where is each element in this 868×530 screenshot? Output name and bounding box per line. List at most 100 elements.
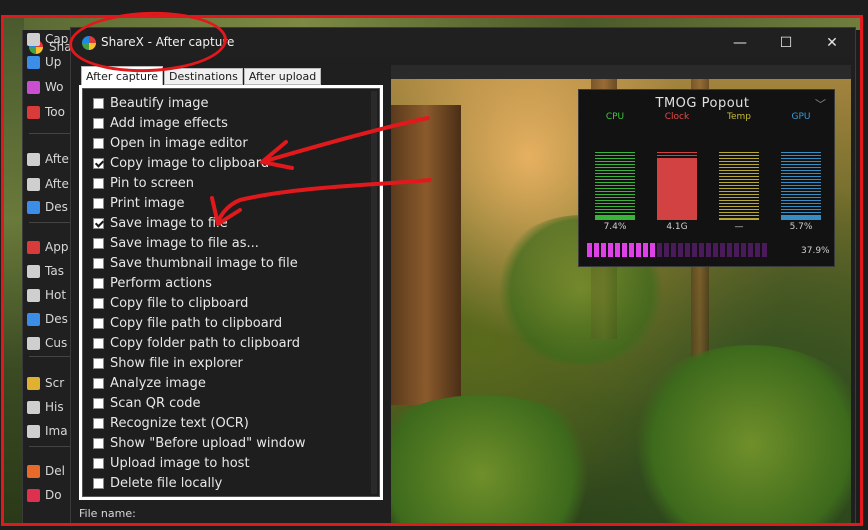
option-row[interactable]: Upload image to host [93, 453, 250, 473]
option-checkbox[interactable] [93, 337, 104, 349]
minimize-button[interactable]: — [717, 28, 763, 58]
gauge-bar [657, 152, 697, 220]
donate-heart-icon [27, 488, 40, 502]
option-checkbox[interactable] [93, 277, 104, 289]
chevron-down-icon[interactable]: ﹀ [815, 96, 826, 112]
menu-separator [29, 446, 73, 447]
tab-destinations[interactable]: Destinations [164, 68, 243, 85]
option-row[interactable]: Open in image editor [93, 133, 248, 153]
gauge-label: CPU [605, 112, 625, 122]
gauge-value: 5.7% [789, 222, 813, 232]
option-row[interactable]: Save thumbnail image to file [93, 253, 298, 273]
menu-separator [29, 222, 73, 223]
task-settings-gear-icon [27, 264, 40, 278]
history-icon [27, 400, 40, 414]
option-row[interactable]: Copy image to clipboard [93, 153, 269, 173]
option-row[interactable]: Perform actions [93, 273, 212, 293]
option-checkbox[interactable] [93, 177, 104, 189]
gauge-label: Clock [664, 112, 690, 122]
gauge-value: 7.4% [603, 222, 627, 232]
preview-header [391, 65, 851, 79]
option-row[interactable]: Save image to file [93, 213, 228, 233]
main-menu-item-label: His [45, 400, 64, 414]
option-row[interactable]: Show "Before upload" window [93, 433, 306, 453]
maximize-button[interactable]: ☐ [763, 28, 809, 58]
option-row[interactable]: Copy file to clipboard [93, 293, 248, 313]
main-menu-item-label: Des [45, 312, 68, 326]
option-row[interactable]: Delete file locally [93, 473, 222, 493]
option-label: Analyze image [110, 375, 206, 391]
main-menu-item-label: Wo [45, 80, 64, 94]
main-menu-item-label: Afte [45, 177, 69, 191]
option-label: Show file in explorer [110, 355, 243, 371]
option-checkbox[interactable] [93, 137, 104, 149]
gauge-bar-fill [781, 216, 821, 220]
menu-separator [29, 356, 73, 357]
option-checkbox[interactable] [93, 117, 104, 129]
option-checkbox[interactable] [93, 477, 104, 489]
option-checkbox[interactable] [93, 197, 104, 209]
screenshots-folder-icon [27, 376, 40, 390]
image-history-icon [27, 424, 40, 438]
option-checkbox[interactable] [93, 217, 104, 229]
option-checkbox[interactable] [93, 317, 104, 329]
hotkey-icon [27, 288, 40, 302]
gauge-bar-fill [595, 214, 635, 220]
option-checkbox[interactable] [93, 237, 104, 249]
main-menu-item-label: Del [45, 464, 65, 478]
close-button[interactable]: ✕ [809, 28, 855, 58]
option-label: Copy file to clipboard [110, 295, 249, 311]
main-menu-item-label: Scr [45, 376, 65, 390]
fern-foliage [391, 395, 611, 525]
memory-bar [587, 243, 767, 257]
option-checkbox[interactable] [93, 257, 104, 269]
option-checkbox[interactable] [93, 417, 104, 429]
option-label: Copy image to clipboard [110, 155, 270, 171]
main-menu-item-label: Up [45, 55, 62, 69]
main-menu-item-label: Do [45, 488, 62, 502]
option-row[interactable]: Copy folder path to clipboard [93, 333, 300, 353]
option-checkbox[interactable] [93, 297, 104, 309]
option-checkbox[interactable] [93, 437, 104, 449]
option-checkbox[interactable] [93, 357, 104, 369]
option-label: Save image to file as... [110, 235, 259, 251]
option-row[interactable]: Print image [93, 193, 185, 213]
option-label: Delete file locally [110, 475, 223, 491]
option-row[interactable]: Pin to screen [93, 173, 194, 193]
option-row[interactable]: Analyze image [93, 373, 206, 393]
option-checkbox[interactable] [93, 397, 104, 409]
toolbox-icon [27, 105, 40, 119]
gauge-bar [781, 152, 821, 220]
option-checkbox[interactable] [93, 157, 104, 169]
main-menu-item-label: Des [45, 200, 68, 214]
tmog-popout: TMOG Popout ﹀ CPU 7.4% Clock 4.1G Temp — GPU 5.… [578, 89, 835, 267]
option-row[interactable]: Show file in explorer [93, 353, 243, 373]
desktop-wallpaper [4, 18, 24, 523]
tab-after-upload[interactable]: After upload [243, 68, 322, 85]
option-checkbox[interactable] [93, 97, 104, 109]
after-upload-icon [27, 177, 40, 191]
list-scrollbar[interactable] [371, 91, 377, 494]
app-settings-icon [27, 240, 40, 254]
option-row[interactable]: Save image to file as... [93, 233, 259, 253]
menu-separator [29, 133, 73, 134]
main-menu-item-label: Ima [45, 424, 68, 438]
option-checkbox[interactable] [93, 457, 104, 469]
option-label: Add image effects [110, 115, 228, 131]
option-row[interactable]: Beautify image [93, 93, 209, 113]
option-checkbox[interactable] [93, 377, 104, 389]
gauge-bar [595, 152, 635, 220]
main-menu-item-label: Cus [45, 336, 68, 350]
option-row[interactable]: Scan QR code [93, 393, 201, 413]
option-row[interactable]: Recognize text (OCR) [93, 413, 249, 433]
option-label: Upload image to host [110, 455, 250, 471]
after-capture-panel: Beautify image Add image effects Open in i… [79, 85, 383, 500]
tmog-title: TMOG Popout [655, 96, 750, 111]
tree-trunk [391, 105, 461, 405]
option-label: Save thumbnail image to file [110, 255, 298, 271]
option-row[interactable]: Add image effects [93, 113, 228, 133]
upload-arrow-icon [27, 55, 40, 69]
after-capture-checklist: Beautify image Add image effects Open in i… [82, 88, 380, 497]
option-label: Pin to screen [110, 175, 194, 191]
option-row[interactable]: Copy file path to clipboard [93, 313, 282, 333]
